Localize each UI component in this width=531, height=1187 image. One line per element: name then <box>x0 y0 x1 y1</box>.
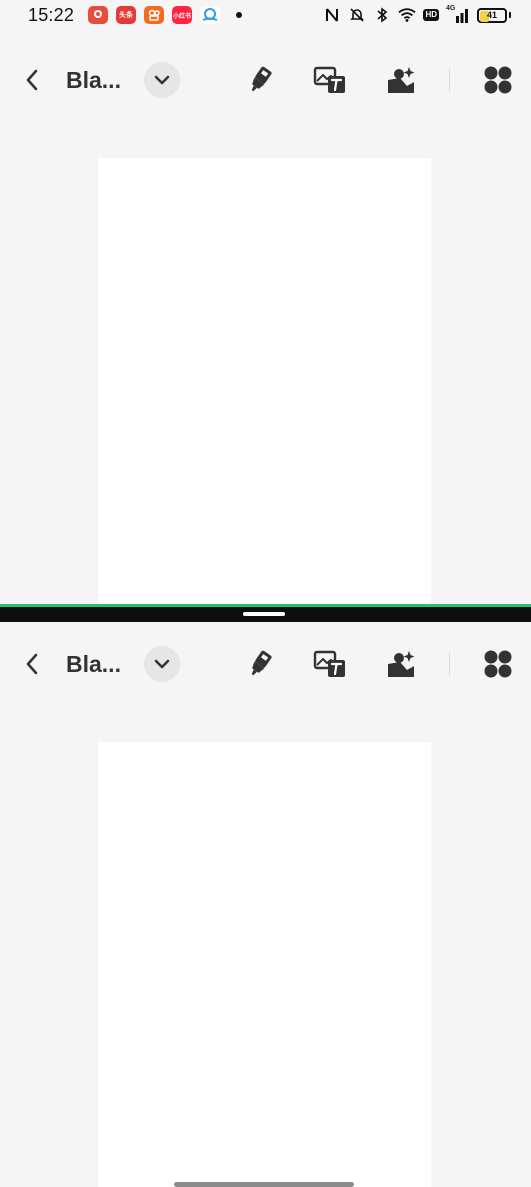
mute-bell-icon <box>348 6 366 24</box>
chevron-down-icon <box>154 75 170 85</box>
split-divider-accent <box>0 604 531 607</box>
back-icon <box>26 69 38 91</box>
home-indicator[interactable] <box>174 1182 354 1187</box>
battery-level: 41 <box>486 10 497 20</box>
kuaishou-app-icon <box>144 6 165 24</box>
apps-grid-icon <box>484 66 512 94</box>
cloud-app-icon <box>200 6 221 24</box>
image-ai-icon <box>388 651 415 677</box>
back-button[interactable] <box>18 644 46 684</box>
image-ai-icon <box>388 67 415 93</box>
toolbar-top: Bla... <box>0 38 531 122</box>
apps-grid-icon <box>484 650 512 678</box>
status-bar: 15:22 头条 小红书 HD 4G 41 <box>0 0 531 30</box>
document-page-top[interactable] <box>98 158 431 604</box>
document-title[interactable]: Bla... <box>66 651 121 678</box>
wifi-icon <box>398 6 417 24</box>
title-dropdown-button[interactable] <box>144 646 180 682</box>
cell-signal-icon: 4G <box>446 5 470 24</box>
highlighter-icon <box>251 66 272 92</box>
back-button[interactable] <box>18 60 46 100</box>
image-ai-button[interactable] <box>384 646 420 682</box>
toolbar-separator <box>449 652 450 676</box>
document-page-bottom[interactable] <box>98 742 431 1187</box>
highlighter-button[interactable] <box>242 62 278 98</box>
image-to-text-button[interactable] <box>312 62 348 98</box>
status-left: 15:22 头条 小红书 <box>28 4 243 26</box>
nfc-icon <box>323 6 341 24</box>
battery-cap <box>509 12 511 18</box>
toutiao-app-icon: 头条 <box>116 6 137 24</box>
highlighter-icon <box>251 650 272 676</box>
hd-badge: HD <box>423 9 439 21</box>
status-right: HD 4G 41 <box>323 5 511 24</box>
split-resize-handle[interactable] <box>243 612 285 616</box>
title-dropdown-button[interactable] <box>144 62 180 98</box>
toolbar-separator <box>449 68 450 92</box>
screen: 15:22 头条 小红书 HD 4G 41 Bla... Bla... <box>0 0 531 1187</box>
image-to-text-button[interactable] <box>312 646 348 682</box>
document-title[interactable]: Bla... <box>66 67 121 94</box>
split-screen-divider <box>0 604 531 622</box>
bluetooth-icon <box>373 6 391 24</box>
apps-grid-button[interactable] <box>480 646 516 682</box>
battery-indicator: 41 <box>477 7 507 23</box>
more-notifications-dot <box>236 12 243 18</box>
location-app-icon <box>88 6 109 24</box>
image-text-icon <box>313 66 345 93</box>
chevron-down-icon <box>154 659 170 669</box>
image-text-icon <box>313 650 345 677</box>
xiaohongshu-app-icon: 小红书 <box>172 6 193 24</box>
toolbar-bottom: Bla... <box>0 622 531 706</box>
network-type: 4G <box>446 5 456 12</box>
image-ai-button[interactable] <box>384 62 420 98</box>
back-icon <box>26 653 38 675</box>
clock: 15:22 <box>28 4 75 25</box>
apps-grid-button[interactable] <box>480 62 516 98</box>
highlighter-button[interactable] <box>242 646 278 682</box>
